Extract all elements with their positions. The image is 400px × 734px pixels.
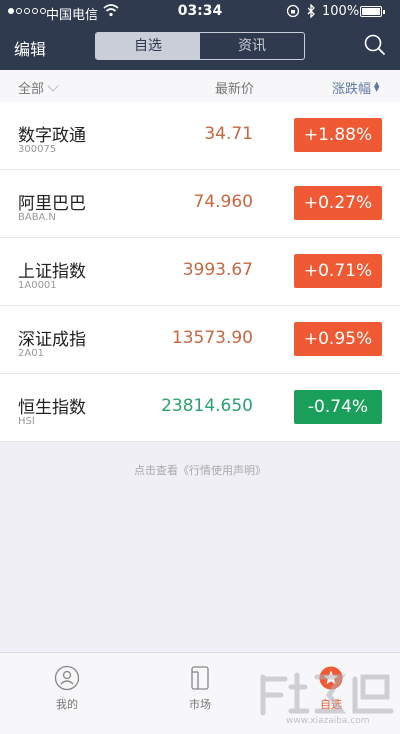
- stock-code: 1A0001: [18, 280, 57, 291]
- stock-name: 数字政通: [18, 126, 86, 146]
- stock-price: 3993.67: [182, 260, 253, 280]
- battery-percentage: 100%: [322, 4, 360, 19]
- tab-market[interactable]: 市场: [170, 665, 230, 712]
- stock-code: 300075: [18, 144, 57, 155]
- battery-icon: [360, 6, 385, 17]
- stock-name: 深证成指: [18, 330, 86, 350]
- market-icon: [191, 666, 209, 690]
- bluetooth-icon: [307, 4, 315, 18]
- tab-market-label: 市场: [189, 698, 211, 711]
- tab-favorites[interactable]: 自选: [301, 665, 361, 712]
- stock-row[interactable]: 数字政通 300075 34.71 +1.88%: [0, 102, 400, 170]
- stock-code: HSI: [18, 416, 35, 427]
- change-badge[interactable]: +0.95%: [294, 322, 382, 356]
- stock-price: 74.960: [193, 192, 253, 212]
- stock-row[interactable]: 恒生指数 HSI 23814.650 -0.74%: [0, 374, 400, 442]
- top-header: 中国电信 03:34 100% 编辑 自选 资讯: [0, 0, 400, 70]
- segmented-control: 自选 资讯: [95, 32, 305, 60]
- orientation-lock-icon: [286, 4, 300, 18]
- stock-price: 23814.650: [161, 396, 253, 416]
- chevron-down-icon: [47, 80, 59, 92]
- change-badge[interactable]: +1.88%: [294, 118, 382, 152]
- stock-name: 阿里巴巴: [18, 194, 86, 214]
- stock-price: 13573.90: [171, 328, 253, 348]
- edit-button[interactable]: 编辑: [14, 36, 46, 60]
- stock-row[interactable]: 阿里巴巴 BABA.N 74.960 +0.27%: [0, 170, 400, 238]
- column-header-bar: 全部 最新价 涨跌幅 ▲ ▼: [0, 70, 400, 103]
- change-badge[interactable]: +0.27%: [294, 186, 382, 220]
- market-disclaimer-link[interactable]: 点击查看《行情使用声明》: [0, 462, 400, 478]
- tab-mine-label: 我的: [56, 698, 78, 711]
- stock-row[interactable]: 上证指数 1A0001 3993.67 +0.71%: [0, 238, 400, 306]
- sort-arrows-icon: ▲ ▼: [374, 80, 380, 93]
- search-icon[interactable]: [364, 34, 386, 56]
- star-icon: [319, 666, 343, 690]
- stock-name: 恒生指数: [18, 398, 86, 418]
- filter-all-label: 全部: [18, 82, 45, 97]
- watermark-url: www.xiazaiba.com: [286, 716, 370, 726]
- stock-row[interactable]: 深证成指 2A01 13573.90 +0.95%: [0, 306, 400, 374]
- user-icon: [54, 665, 80, 691]
- stock-price: 34.71: [204, 124, 253, 144]
- change-column-label: 涨跌幅: [332, 82, 372, 97]
- change-sort-button[interactable]: 涨跌幅 ▲ ▼: [332, 78, 380, 98]
- stock-code: 2A01: [18, 348, 44, 359]
- status-bar: 中国电信 03:34 100%: [0, 0, 400, 24]
- change-badge[interactable]: -0.74%: [294, 390, 382, 424]
- price-column-header: 最新价: [215, 82, 255, 97]
- tab-mine[interactable]: 我的: [37, 665, 97, 712]
- filter-all-dropdown[interactable]: 全部: [18, 78, 59, 97]
- change-badge[interactable]: +0.71%: [294, 254, 382, 288]
- tab-news[interactable]: 资讯: [200, 33, 304, 59]
- stock-code: BABA.N: [18, 212, 56, 223]
- stock-list: 数字政通 300075 34.71 +1.88% 阿里巴巴 BABA.N 74.…: [0, 102, 400, 442]
- tab-watchlist[interactable]: 自选: [96, 33, 200, 59]
- tab-favorites-label: 自选: [320, 698, 342, 711]
- stock-name: 上证指数: [18, 262, 86, 282]
